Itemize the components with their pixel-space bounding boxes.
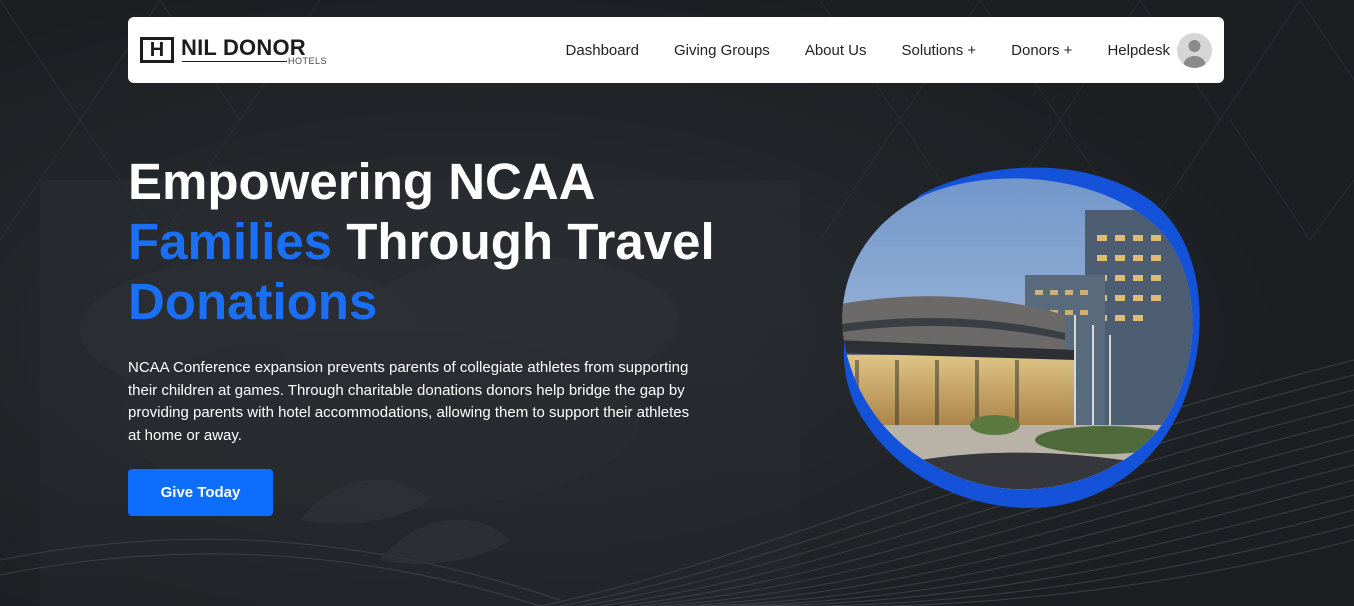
user-avatar-icon[interactable] bbox=[1177, 33, 1212, 68]
nav-helpdesk[interactable]: Helpdesk bbox=[1107, 42, 1170, 59]
logo-divider bbox=[182, 61, 287, 62]
hero-description: NCAA Conference expansion prevents paren… bbox=[128, 359, 690, 444]
hero-heading: Empowering NCAA Families Through Travel … bbox=[128, 152, 768, 332]
nav-solutions[interactable]: Solutions + bbox=[902, 42, 977, 59]
top-navbar: H NIL DONOR HOTELS Dashboard Giving Grou… bbox=[128, 17, 1224, 83]
give-today-button[interactable]: Give Today bbox=[128, 469, 273, 516]
hotel-image bbox=[835, 155, 1205, 515]
hero-heading-accent-families: Families bbox=[128, 213, 333, 270]
nav-giving-groups[interactable]: Giving Groups bbox=[674, 42, 770, 59]
hero-heading-line2: Through Travel bbox=[332, 213, 715, 270]
brand-logo[interactable]: H NIL DONOR HOTELS bbox=[140, 35, 335, 67]
hero-heading-line1: Empowering NCAA bbox=[128, 153, 596, 210]
nav-donors[interactable]: Donors + bbox=[1011, 42, 1072, 59]
brand-subtitle: HOTELS bbox=[288, 56, 328, 66]
nav-about-us[interactable]: About Us bbox=[805, 42, 867, 59]
hero-heading-accent-donations: Donations bbox=[128, 273, 378, 330]
nav-dashboard[interactable]: Dashboard bbox=[566, 42, 639, 59]
nav-menu: Dashboard Giving Groups About Us Solutio… bbox=[531, 17, 1170, 83]
hotel-logo-icon: H bbox=[140, 37, 174, 63]
